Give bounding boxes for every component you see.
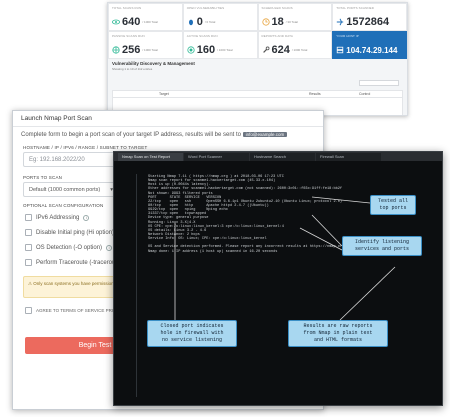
stat-value-row: 18 / 30 Total [261,13,329,30]
clock-icon [261,13,270,30]
stat-card: YOUR HOST IP 104.74.29.144 [332,31,407,59]
stat-value-row: 104.74.29.144 [336,41,403,58]
option-checkbox[interactable] [25,244,32,251]
stat-card: ACTIVE SCANS RUN 160 / 1000 Total [182,31,258,59]
stat-label: ACTIVE SCANS RUN [186,34,218,38]
section-title: Vulnerability Discovery & Management [112,61,195,66]
globe-icon [112,41,120,58]
stat-value: 1572864 [346,16,390,28]
stat-card: TOTAL SCANS RUN 640 / 1000 Total [108,3,183,31]
info-icon: i [83,214,90,221]
stat-subtext: / 1000 Total [217,48,233,52]
stat-value: 256 [122,44,141,56]
server-icon [336,41,344,58]
table-header-cell: Target [159,92,169,96]
agree-checkbox[interactable] [25,307,32,314]
callout-results: Results are raw reports from Nmap in pla… [288,320,388,347]
option-checkbox[interactable] [25,259,32,266]
target-input[interactable]: Eg: 192.168.2022/20 [23,152,119,167]
callout-identify-services: Identify listening services and ports [342,236,422,256]
terminal-window: Nmap Scan on Test Report Word Port Scanne… [113,151,443,406]
terminal-line: Nmap done: 1 IP address (1 host up) scan… [148,249,278,254]
stat-label: PASSIVE SCANS RUN [112,34,145,38]
option-label: Disable Initial ping (Hi option) [36,229,115,236]
terminal-tab[interactable]: Word Port Scanner [184,153,249,161]
option-checkbox[interactable] [25,229,32,236]
eye-icon [112,13,120,30]
terminal-tab[interactable]: Hostname Search [250,153,315,161]
stats-row-1: TOTAL SCANS RUN 640 / 1000 Total OPEN VU… [108,3,407,31]
stat-value: 640 [122,16,141,28]
callout-closed-port: Closed port indicates hole in firewall w… [147,320,237,347]
stats-row-2: PASSIVE SCANS RUN 256 / 1000 Total ACTIV… [108,31,407,59]
terminal-line: OS and Service detection performed. Plea… [148,245,362,250]
form-description-text: Complete form to begin a port scan of yo… [21,132,241,138]
terminal-tabs: Nmap Scan on Test Report Word Port Scanne… [114,152,442,161]
stat-label: SCHEDULED SCANS [261,6,293,10]
search-input[interactable] [359,80,399,86]
stat-value: 104.74.29.144 [346,45,398,55]
table-header-cell: Control [359,92,371,96]
stat-card: OPEN VULNERABILITIES 0 / 0 Total [182,3,258,31]
callout-tested-ports: Tested all top ports [370,195,416,215]
ports-select-value: Default (1000 common ports) [29,187,101,193]
wrench-icon [262,41,270,58]
option-label: IPv6 Addressing [36,214,80,221]
stat-label: OPEN VULNERABILITIES [186,6,225,10]
stat-value-row: 160 / 1000 Total [187,41,254,58]
dashboard-window: TOTAL SCANS RUN 640 / 1000 Total OPEN VU… [107,2,408,116]
stat-card: REPORTS AND DATA 624 / 1000 Total [257,31,333,59]
terminal-gutter [136,174,137,397]
option-checkbox[interactable] [25,214,32,221]
stat-value: 18 [271,16,284,28]
section-subtitle: Showing 1 to 10 of 112 entries [112,67,153,71]
info-icon: i [106,244,113,251]
stat-value-row: 640 / 1000 Total [112,13,179,30]
target-icon [187,41,195,58]
terminal-tab[interactable]: Firewall Scan [316,153,381,161]
stat-value-row: 624 / 1000 Total [262,41,329,58]
option-label: OS Detection (-O option) [36,244,103,251]
stat-subtext: / 30 Total [285,20,298,24]
stat-card: SCHEDULED SCANS 18 / 30 Total [257,3,333,31]
stat-value-row: 0 / 0 Total [187,13,254,30]
stat-value: 0 [196,16,203,28]
bug-icon [187,13,195,30]
stat-value-row: 1572864 [336,13,403,30]
stat-label: TOTAL SCANS RUN [112,6,142,10]
form-title: Launch Nmap Port Scan [13,111,323,127]
stat-subtext: / 1000 Total [142,20,158,24]
stat-subtext: / 0 Total [204,20,216,24]
stat-card: TOTAL PORTS SCANNED 1572864 [332,3,407,31]
stat-label: YOUR HOST IP [336,34,359,38]
ports-select[interactable]: Default (1000 common ports) ▾ [23,182,119,197]
table-header: Target Results Control [113,91,402,98]
form-description: Complete form to begin a port scan of yo… [13,127,323,140]
stat-subtext: / 1000 Total [142,48,158,52]
stat-subtext: / 1000 Total [291,48,308,52]
stat-label: TOTAL PORTS SCANNED [336,6,375,10]
option-label: Perform Traceroute (-traceroute) [36,259,123,266]
terminal-line: Other addresses for scanme1.hackertarget… [148,187,343,192]
email-badge: info@example.com [242,132,288,137]
plane-icon [336,13,344,30]
stat-card: PASSIVE SCANS RUN 256 / 1000 Total [108,31,183,59]
stat-value: 624 [271,44,290,56]
stat-value: 160 [196,44,216,56]
stat-value-row: 256 / 1000 Total [112,41,179,58]
terminal-output: Starting Nmap 7.11 ( https://nmap.org ) … [148,175,362,254]
terminal-tab[interactable]: Nmap Scan on Test Report [118,153,183,161]
stat-label: REPORTS AND DATA [261,34,293,38]
table-header-cell: Results [309,92,321,96]
